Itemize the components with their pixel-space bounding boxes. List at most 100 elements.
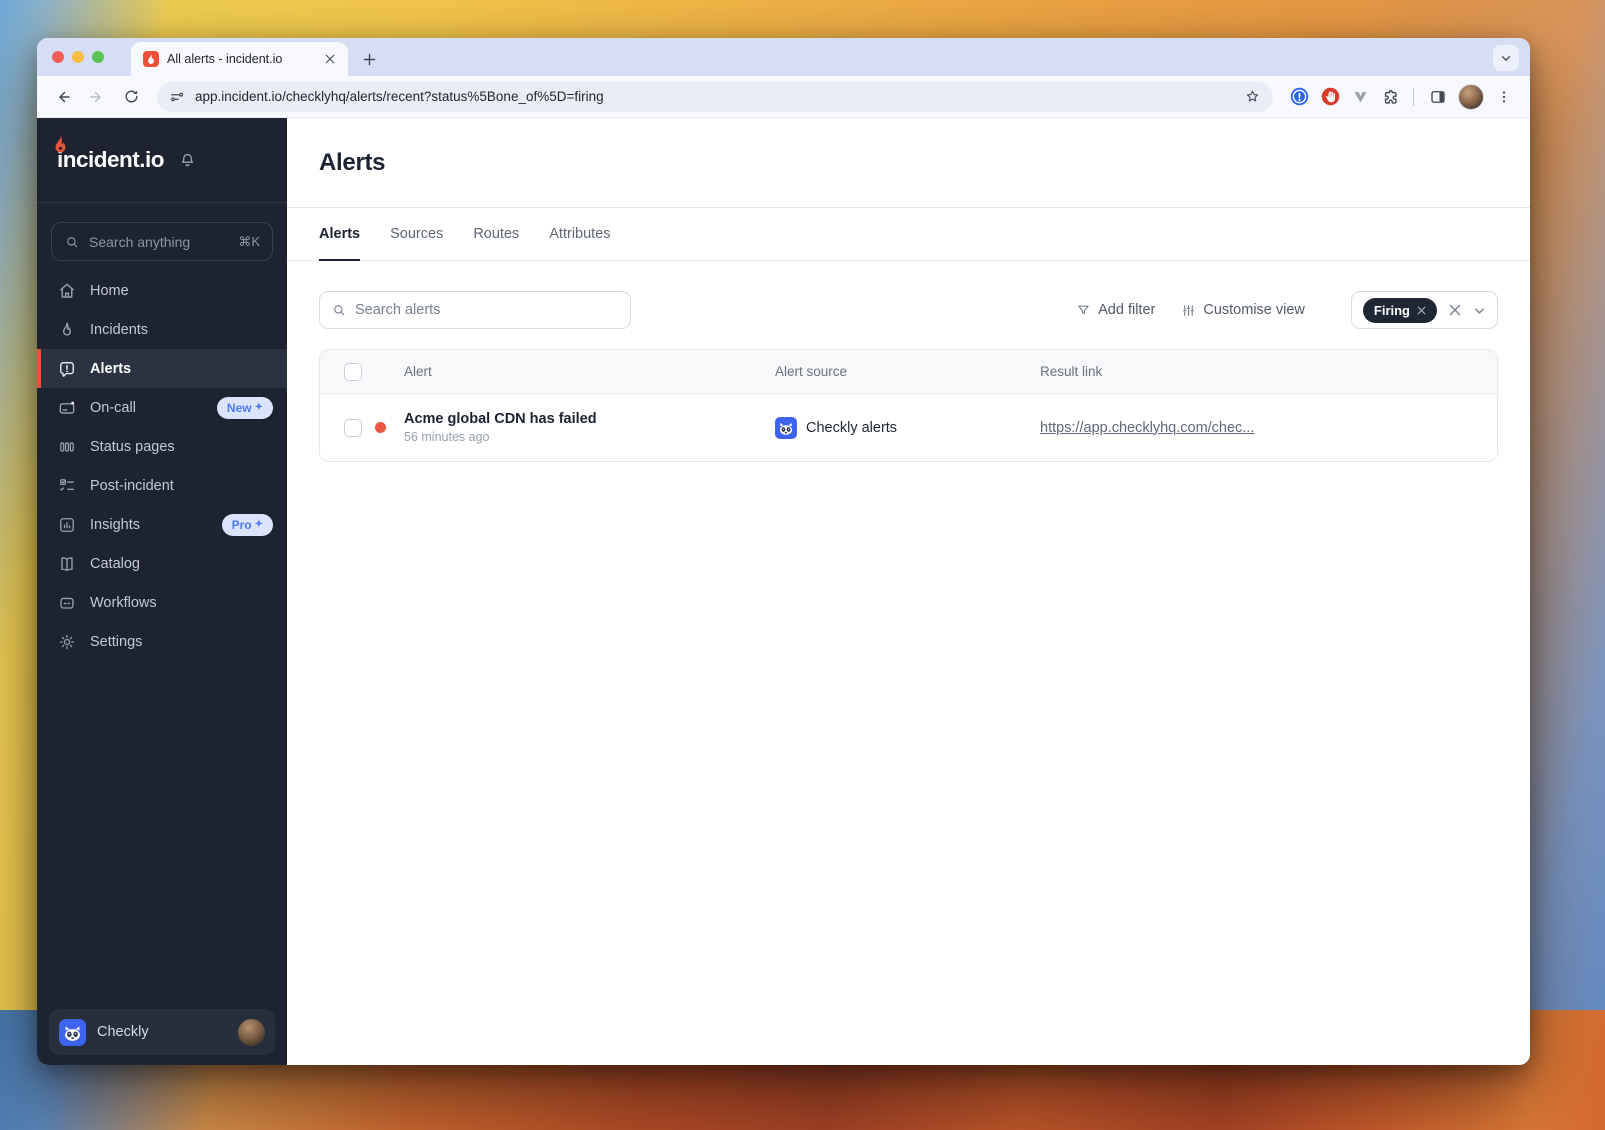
flame-logo-icon: [52, 134, 69, 154]
incident-io-logo[interactable]: incident.io: [55, 134, 165, 173]
add-filter-button[interactable]: Add filter: [1076, 302, 1155, 318]
browser-profile-avatar[interactable]: [1458, 83, 1484, 110]
search-icon: [331, 302, 347, 318]
new-tab-button[interactable]: [356, 46, 382, 72]
customise-view-button[interactable]: Customise view: [1181, 302, 1305, 318]
url-bar[interactable]: app.incident.io/checklyhq/alerts/recent?…: [157, 81, 1273, 112]
alert-timestamp: 56 minutes ago: [404, 430, 490, 444]
sidebar-item-settings[interactable]: Settings: [37, 622, 287, 661]
tab-routes[interactable]: Routes: [473, 208, 519, 261]
filter-chevron-down-icon[interactable]: [1473, 304, 1486, 317]
sidebar-item-insights[interactable]: Insights Pro ✦: [37, 505, 287, 544]
alerts-table: Alert Alert source Result link Acme glob…: [319, 349, 1498, 462]
vimium-icon[interactable]: [1351, 87, 1370, 106]
site-settings-icon[interactable]: [169, 89, 185, 105]
incident-io-favicon: [143, 51, 159, 67]
select-all-checkbox[interactable]: [344, 362, 362, 381]
workspace-switcher[interactable]: Checkly: [49, 1009, 275, 1055]
sidebar-item-label: Settings: [90, 633, 143, 650]
sidebar-item-status-pages[interactable]: Status pages: [37, 427, 287, 466]
alert-title[interactable]: Acme global CDN has failed: [404, 411, 775, 427]
browser-window: All alerts - incident.io app.incident.io…: [37, 38, 1530, 1065]
search-icon: [64, 234, 80, 250]
sparkle-icon: ✦: [254, 519, 263, 530]
user-avatar[interactable]: [238, 1018, 265, 1046]
sidebar-item-label: Status pages: [90, 438, 175, 455]
page-header: Alerts: [287, 118, 1530, 208]
sidebar-item-catalog[interactable]: Catalog: [37, 544, 287, 583]
notifications-bell-icon[interactable]: [178, 151, 197, 170]
tab-title: All alerts - incident.io: [167, 52, 283, 66]
new-badge: New ✦: [216, 396, 273, 419]
search-alerts-input[interactable]: [355, 302, 619, 318]
table-header-row: Alert Alert source Result link: [320, 350, 1497, 394]
back-button[interactable]: [49, 83, 77, 111]
password-manager-icon[interactable]: [1289, 86, 1310, 107]
tab-close-icon[interactable]: [322, 51, 338, 67]
extension-icons: [1285, 86, 1403, 107]
browser-tab-strip: All alerts - incident.io: [37, 38, 1530, 76]
column-header-result-link: Result link: [1040, 364, 1103, 379]
row-checkbox[interactable]: [344, 418, 362, 437]
gear-icon: [57, 632, 77, 652]
sidebar-item-workflows[interactable]: Workflows: [37, 583, 287, 622]
tab-search-chevron-icon[interactable]: [1493, 45, 1519, 71]
table-controls: Add filter Customise view Firing: [319, 291, 1498, 329]
zoom-window-button[interactable]: [92, 51, 104, 63]
adblocker-hand-icon[interactable]: [1320, 86, 1341, 107]
result-link[interactable]: https://app.checklyhq.com/chec...: [1040, 420, 1497, 436]
sidebar-item-label: Incidents: [90, 321, 149, 338]
status-bars-icon: [57, 437, 77, 457]
firing-filter-chip[interactable]: Firing: [1362, 297, 1437, 323]
alert-source-name: Checkly alerts: [806, 419, 898, 436]
firing-chip-label: Firing: [1373, 302, 1410, 318]
checkly-source-icon: [775, 416, 797, 439]
pager-icon: [57, 398, 77, 418]
sidebar-item-alerts[interactable]: Alerts: [37, 349, 287, 388]
funnel-icon: [1076, 303, 1091, 318]
sidebar-item-post-incident[interactable]: Post-incident: [37, 466, 287, 505]
sidebar-item-on-call[interactable]: On-call New ✦: [37, 388, 287, 427]
extensions-puzzle-icon[interactable]: [1380, 87, 1399, 106]
robot-icon: [57, 593, 77, 613]
sidebar-item-label: Workflows: [90, 594, 157, 611]
clear-filter-icon[interactable]: [1449, 304, 1461, 316]
sidebar-item-home[interactable]: Home: [37, 271, 287, 310]
status-filter-control[interactable]: Firing: [1350, 291, 1498, 329]
page-title: Alerts: [319, 148, 386, 176]
tab-attributes[interactable]: Attributes: [549, 208, 610, 261]
home-icon: [57, 281, 77, 301]
sidebar-item-label: Insights: [90, 516, 140, 533]
book-icon: [57, 554, 77, 574]
remove-firing-chip-icon[interactable]: [1417, 306, 1426, 315]
sidebar-header: incident.io: [37, 118, 287, 203]
global-search-input[interactable]: [89, 233, 230, 250]
search-alerts-box[interactable]: [319, 291, 631, 329]
browser-tab[interactable]: All alerts - incident.io: [131, 42, 348, 76]
sparkle-icon: ✦: [254, 402, 263, 413]
sidebar-item-incidents[interactable]: Incidents: [37, 310, 287, 349]
browser-menu-icon[interactable]: [1490, 83, 1518, 111]
reload-button[interactable]: [117, 83, 145, 111]
window-controls: [52, 51, 104, 63]
minimize-window-button[interactable]: [72, 51, 84, 63]
search-shortcut-hint: ⌘K: [238, 233, 260, 249]
close-window-button[interactable]: [52, 51, 64, 63]
forward-button[interactable]: [83, 83, 111, 111]
global-search-box[interactable]: ⌘K: [51, 222, 273, 261]
checklist-icon: [57, 476, 77, 496]
bookmark-star-icon[interactable]: [1244, 88, 1261, 105]
sliders-icon: [1181, 303, 1196, 318]
checkly-logo-icon: [59, 1018, 86, 1046]
tab-alerts[interactable]: Alerts: [319, 208, 361, 261]
add-filter-label: Add filter: [1098, 302, 1156, 318]
tab-sources[interactable]: Sources: [390, 208, 443, 261]
pro-badge: Pro ✦: [221, 513, 273, 536]
browser-toolbar: app.incident.io/checklyhq/alerts/recent?…: [37, 76, 1530, 118]
url-text: app.incident.io/checklyhq/alerts/recent?…: [195, 89, 604, 104]
flame-icon: [57, 320, 77, 340]
side-panel-icon[interactable]: [1424, 83, 1452, 111]
table-row[interactable]: Acme global CDN has failed 56 minutes ag…: [320, 394, 1497, 461]
sidebar-item-label: On-call: [90, 399, 136, 416]
sidebar-item-label: Catalog: [90, 555, 140, 572]
